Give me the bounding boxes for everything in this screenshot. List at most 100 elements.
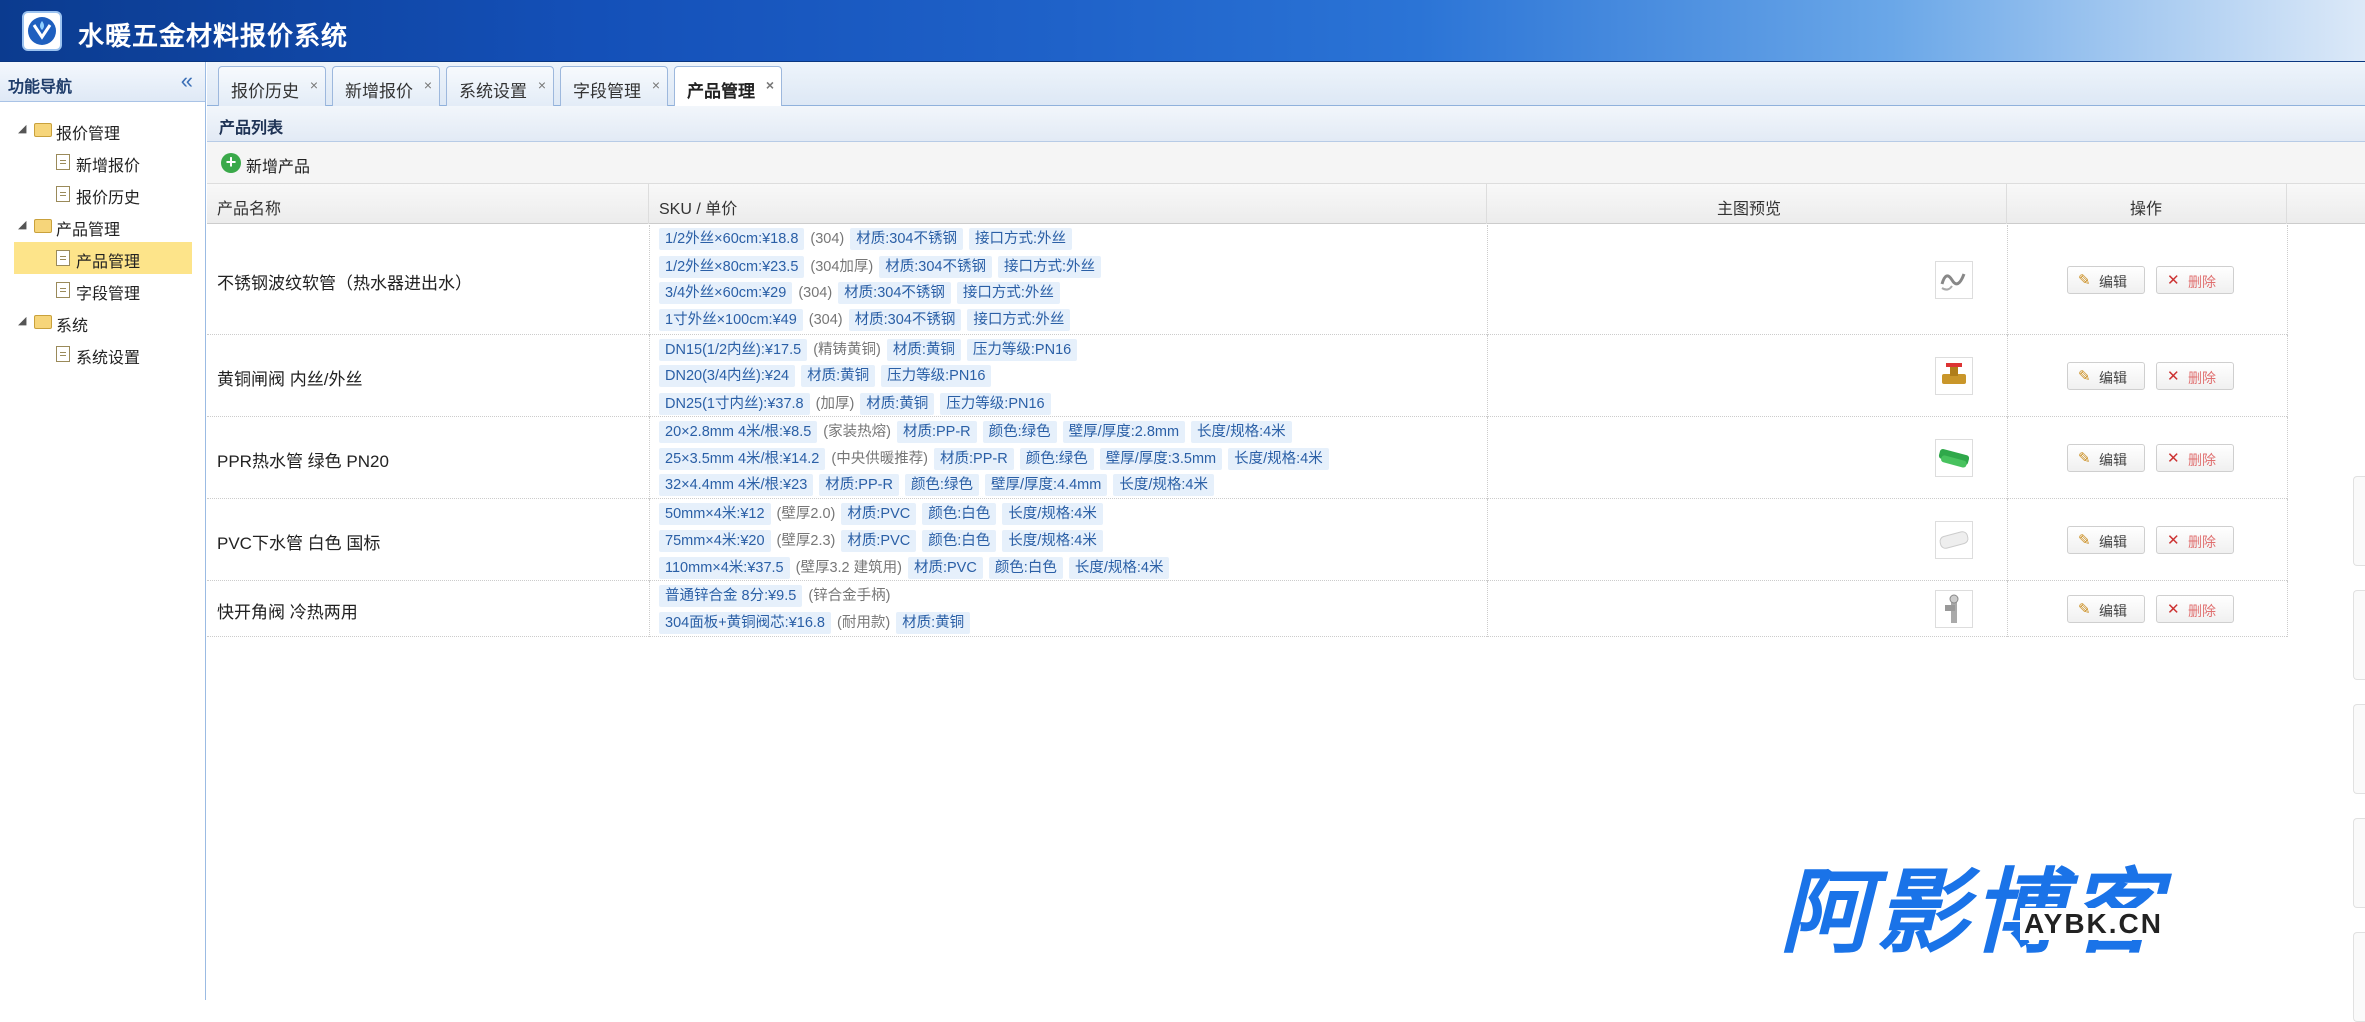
delete-label: 删除 <box>2188 274 2216 290</box>
delete-button[interactable]: ✕ 删除 <box>2156 266 2234 294</box>
product-name: PVC下水管 白色 国标 <box>217 534 381 553</box>
close-icon[interactable]: × <box>766 77 774 93</box>
column-header-actions[interactable]: 操作 <box>2007 184 2287 224</box>
sidebar-title: 功能导航 <box>8 79 73 96</box>
column-header-sku[interactable]: SKU / 单价 <box>649 184 1487 224</box>
watermark-logo: 阿影博客 AYBK.CN <box>1780 838 2200 966</box>
sku-note: (中央供暖推荐) <box>831 450 929 467</box>
delete-button[interactable]: ✕ 删除 <box>2156 444 2234 472</box>
sku-price-tag: 75mm×4米:¥20 <box>659 529 771 552</box>
sku-attr-tag: 接口方式:外丝 <box>969 228 1073 250</box>
sku-note: (304) <box>798 285 833 301</box>
coiled-hose-image[interactable] <box>1935 261 1973 299</box>
sku-line: 32×4.4mm 4米/根:¥23 材质:PP-R 颜色:绿色 壁厚/厚度:4.4mm… <box>659 473 1220 498</box>
sku-price-tag: 1寸外丝×100cm:¥49 <box>659 309 803 331</box>
brass-valve-image[interactable] <box>1935 357 1973 395</box>
tree-group-label: 报价管理 <box>56 126 121 143</box>
delete-button[interactable]: ✕ 删除 <box>2156 526 2234 554</box>
tree-item-label: 系统设置 <box>76 350 141 367</box>
sku-line: 3/4外丝×60cm:¥29 (304) 材质:304不锈钢 接口方式:外丝 <box>659 282 1066 306</box>
side-float-tab[interactable] <box>2353 704 2365 794</box>
tab-field-manage[interactable]: 字段管理 × <box>560 66 668 106</box>
tab-bar: 报价历史 × 新增报价 × 系统设置 × 字段管理 × 产品管理 × <box>207 62 2365 107</box>
tree-group-product[interactable]: ◢ 产品管理 <box>0 210 206 242</box>
plus-icon: + <box>221 153 241 173</box>
side-float-tab[interactable] <box>2353 476 2365 566</box>
table-row: PVC下水管 白色 国标 50mm×4米:¥12 (壁厚2.0) 材质:PVC 颜色:白… <box>207 499 2288 581</box>
tree-item-system-settings[interactable]: 系统设置 <box>0 338 206 370</box>
tab-label: 系统设置 <box>459 82 527 101</box>
column-divider <box>1487 417 1488 499</box>
tab-new-quote[interactable]: 新增报价 × <box>332 66 440 106</box>
tree-group-quote[interactable]: ◢ 报价管理 <box>0 114 206 146</box>
collapse-icon[interactable]: « <box>181 68 193 94</box>
tree-item-new-quote[interactable]: 新增报价 <box>0 146 206 178</box>
sku-attr-tag: 材质:PVC <box>907 556 983 579</box>
sku-attr-tag: 长度/规格:4米 <box>1002 502 1103 525</box>
delete-button[interactable]: ✕ 删除 <box>2156 595 2234 623</box>
column-divider <box>2287 335 2288 417</box>
file-icon <box>56 250 70 266</box>
tree-item-quote-history[interactable]: 报价历史 <box>0 178 206 210</box>
delete-label: 删除 <box>2188 534 2216 550</box>
sku-note: (304) <box>810 231 845 247</box>
sku-note: (壁厚2.0) <box>776 505 836 522</box>
green-pipe-image[interactable] <box>1935 439 1973 477</box>
side-float-tab[interactable] <box>2353 932 2365 1022</box>
column-divider <box>2007 581 2008 637</box>
column-divider <box>2007 225 2008 335</box>
tab-quote-history[interactable]: 报价历史 × <box>218 66 326 106</box>
sku-attr-tag: 材质:PVC <box>841 529 917 552</box>
side-float-tab[interactable] <box>2353 590 2365 680</box>
edit-button[interactable]: ✎ 编辑 <box>2067 526 2145 554</box>
tab-label: 产品管理 <box>687 82 755 101</box>
column-header-name[interactable]: 产品名称 <box>207 184 649 224</box>
edit-label: 编辑 <box>2099 452 2127 468</box>
delete-label: 删除 <box>2188 603 2216 619</box>
sku-attr-tag: 压力等级:PN16 <box>881 364 992 387</box>
column-divider <box>2287 417 2288 499</box>
edit-button[interactable]: ✎ 编辑 <box>2067 595 2145 623</box>
expand-arrow-icon[interactable]: ◢ <box>18 218 26 231</box>
white-pipe-image[interactable] <box>1935 521 1973 559</box>
app-window: { "header": {"title": "水暖五金材料报价系统"}, "si… <box>0 0 2365 1022</box>
sku-attr-tag: 压力等级:PN16 <box>966 338 1078 361</box>
edit-button[interactable]: ✎ 编辑 <box>2067 362 2145 390</box>
column-divider <box>649 581 650 637</box>
sku-attr-tag: 材质:黄铜 <box>860 392 935 415</box>
sku-attr-tag: 颜色:绿色 <box>1019 447 1094 470</box>
close-icon[interactable]: × <box>538 77 546 93</box>
product-name: 快开角阀 冷热两用 <box>217 603 358 622</box>
tab-product-manage[interactable]: 产品管理 × <box>674 66 782 107</box>
edit-label: 编辑 <box>2099 370 2127 386</box>
tree-item-product-manage[interactable]: 产品管理 <box>14 242 192 274</box>
delete-button[interactable]: ✕ 删除 <box>2156 362 2234 390</box>
tree-item-label: 字段管理 <box>76 286 141 303</box>
close-icon[interactable]: × <box>652 77 660 93</box>
tree-group-system[interactable]: ◢ 系统 <box>0 306 206 338</box>
expand-arrow-icon[interactable]: ◢ <box>18 122 26 135</box>
sku-note: (精铸黄铜) <box>813 341 881 358</box>
close-icon[interactable]: × <box>424 77 432 93</box>
table-row: 快开角阀 冷热两用 普通锌合金 8分:¥9.5 (锌合金手柄) 304面板+黄铜阀芯:… <box>207 581 2288 637</box>
angle-valve-image[interactable] <box>1935 590 1973 628</box>
sku-attr-tag: 壁厚/厚度:2.8mm <box>1062 420 1186 443</box>
file-icon <box>56 282 70 298</box>
sku-line: 110mm×4米:¥37.5 (壁厚3.2 建筑用) 材质:PVC 颜色:白色 长度/规… <box>659 556 1175 580</box>
column-divider <box>649 335 650 417</box>
tab-system-settings[interactable]: 系统设置 × <box>446 66 554 106</box>
column-divider <box>649 225 650 335</box>
close-icon[interactable]: × <box>310 77 318 93</box>
tree-item-field-manage[interactable]: 字段管理 <box>0 274 206 306</box>
side-float-tab[interactable] <box>2353 818 2365 908</box>
edit-button[interactable]: ✎ 编辑 <box>2067 266 2145 294</box>
sku-line: 普通锌合金 8分:¥9.5 (锌合金手柄) <box>659 584 897 608</box>
sku-attr-tag: 长度/规格:4米 <box>1113 473 1214 496</box>
edit-label: 编辑 <box>2099 274 2127 290</box>
pencil-icon: ✎ <box>2078 450 2091 467</box>
edit-button[interactable]: ✎ 编辑 <box>2067 444 2145 472</box>
pencil-icon: ✎ <box>2078 601 2091 618</box>
column-header-image[interactable]: 主图预览 <box>1487 184 2007 224</box>
sku-attr-tag: 长度/规格:4米 <box>1068 556 1170 579</box>
expand-arrow-icon[interactable]: ◢ <box>18 314 26 327</box>
